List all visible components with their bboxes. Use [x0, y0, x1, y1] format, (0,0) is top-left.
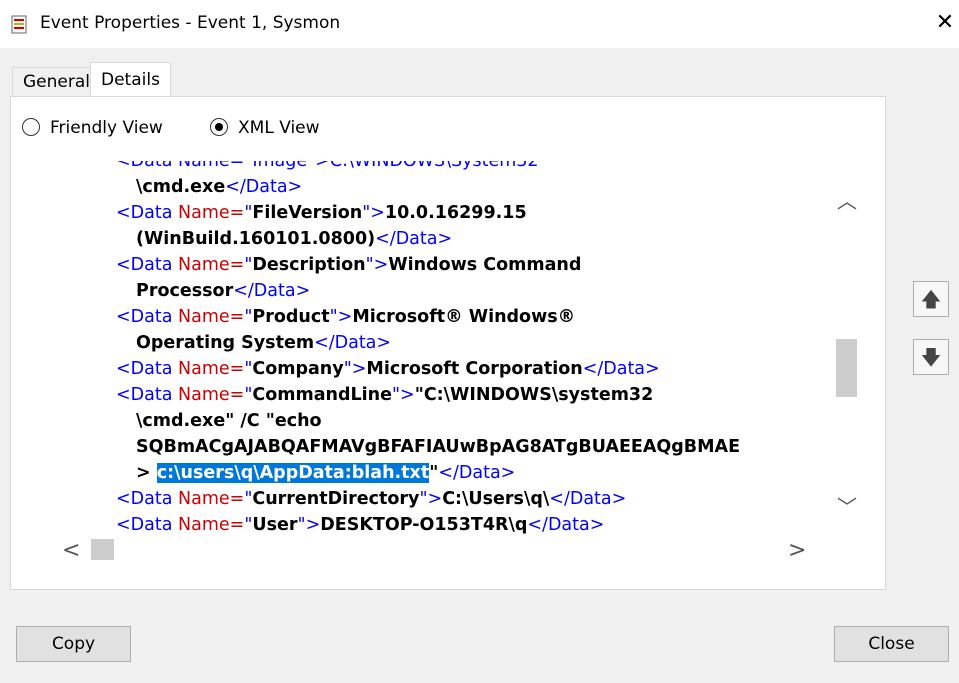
- xml-attr-value: Description: [252, 255, 366, 275]
- xml-tag-open: <Data: [116, 255, 179, 275]
- xml-tag-end: </Data>: [438, 463, 516, 483]
- xml-partial-text: <Data Name="Image">C:\WINDOWS\System32: [116, 161, 539, 171]
- xml-line: > c:\users\q\AppData:blah.txt"</Data>: [38, 460, 831, 486]
- xml-text: DESKTOP-O153T4R\q: [320, 515, 528, 535]
- xml-tag-open: <Data: [116, 307, 179, 327]
- xml-viewer[interactable]: <Data Name="Image">C:\WINDOWS\System32 \c…: [38, 161, 831, 536]
- xml-attr-value: User: [252, 515, 298, 535]
- tab-general[interactable]: General: [12, 67, 101, 96]
- tab-details[interactable]: Details: [90, 62, 171, 98]
- xml-line: (WinBuild.160101.0800)</Data>: [38, 226, 831, 252]
- xml-line: Operating System</Data>: [38, 330, 831, 356]
- scroll-down-icon[interactable]: ﹀: [837, 491, 857, 520]
- scroll-up-icon[interactable]: ︿: [837, 185, 857, 214]
- xml-line: \cmd.exe</Data>: [38, 174, 831, 200]
- xml-line: <Data Name="Company">Microsoft Corporati…: [38, 356, 831, 382]
- xml-attr-value: Company: [252, 359, 344, 379]
- xml-attr-name: Name=: [178, 203, 245, 223]
- horizontal-scroll-thumb[interactable]: [91, 539, 114, 560]
- xml-attr-value: Product: [252, 307, 330, 327]
- xml-view-radio[interactable]: XML View: [210, 117, 320, 139]
- xml-line: <Data Name="CurrentDirectory">C:\Users\q…: [38, 486, 831, 512]
- xml-text: \cmd.exe: [136, 177, 226, 197]
- xml-attr-name: Name=: [178, 489, 245, 509]
- xml-tag-end: </Data>: [582, 359, 660, 379]
- xml-attr-value: CommandLine: [252, 385, 392, 405]
- xml-line: <Data Name="User">DESKTOP-O153T4R\q</Dat…: [38, 512, 831, 536]
- xml-attr-name: Name=: [178, 255, 245, 275]
- xml-line: \cmd.exe" /C "echo: [38, 408, 831, 434]
- close-button[interactable]: Close: [834, 626, 949, 662]
- xml-text: "C:\WINDOWS\system32: [414, 385, 654, 405]
- friendly-view-radio[interactable]: Friendly View: [22, 117, 163, 139]
- arrow-down-icon: 🡇: [920, 345, 942, 369]
- xml-attr-name: Name=: [178, 515, 245, 535]
- xml-text: 10.0.16299.15: [384, 203, 527, 223]
- xml-tag-close-bracket: ">: [329, 307, 353, 327]
- xml-line-partial-top: <Data Name="Image">C:\WINDOWS\System32: [38, 161, 831, 174]
- xml-tag-end: </Data>: [375, 229, 453, 249]
- xml-content: <Data Name="Image">C:\WINDOWS\System32 \c…: [38, 161, 831, 536]
- xml-tag-open: <Data: [116, 515, 179, 535]
- xml-tag-close-bracket: ">: [391, 385, 415, 405]
- horizontal-scrollbar[interactable]: < >: [38, 536, 860, 564]
- xml-line: Processor</Data>: [38, 278, 831, 304]
- xml-line: <Data Name="CommandLine">"C:\WINDOWS\sys…: [38, 382, 831, 408]
- next-event-button[interactable]: 🡇: [913, 339, 949, 375]
- window-title: Event Properties - Event 1, Sysmon: [40, 13, 341, 33]
- xml-tag-end: </Data>: [549, 489, 627, 509]
- xml-text: C:\Users\q\: [442, 489, 550, 509]
- xml-attr-value: FileVersion: [252, 203, 363, 223]
- xml-attr-value: CurrentDirectory: [252, 489, 420, 509]
- xml-tag-close-bracket: ">: [365, 255, 389, 275]
- xml-tag-close-bracket: ">: [362, 203, 385, 223]
- title-bar: Event Properties - Event 1, Sysmon ✕: [0, 0, 959, 48]
- xml-text: Processor: [136, 281, 234, 301]
- xml-text: Windows Command: [388, 255, 582, 275]
- xml-text: \cmd.exe" /C "echo: [136, 411, 322, 431]
- xml-tag-end: </Data>: [233, 281, 311, 301]
- xml-view-label: XML View: [238, 118, 320, 138]
- friendly-view-label: Friendly View: [50, 118, 163, 138]
- radio-unchecked-icon: [22, 118, 40, 136]
- scroll-right-icon[interactable]: >: [788, 538, 806, 563]
- xml-tag-end: </Data>: [314, 333, 392, 353]
- xml-text: ": [429, 463, 439, 483]
- vertical-scrollbar[interactable]: ︿ ﹀: [833, 161, 860, 536]
- xml-tag-close-bracket: ">: [419, 489, 443, 509]
- xml-text: >: [136, 463, 157, 483]
- xml-tag-open: <Data: [116, 359, 179, 379]
- xml-tag-open: <Data: [116, 203, 179, 223]
- xml-tag-close-bracket: ">: [297, 515, 321, 535]
- xml-attr-name: Name=: [178, 307, 245, 327]
- xml-text: Operating System: [136, 333, 315, 353]
- scroll-left-icon[interactable]: <: [62, 538, 80, 563]
- arrow-up-icon: 🡅: [920, 287, 942, 311]
- xml-selected-text: c:\users\q\AppData:blah.txt: [156, 463, 430, 483]
- xml-tag-end: </Data>: [527, 515, 605, 535]
- copy-button[interactable]: Copy: [16, 626, 131, 662]
- xml-text: Microsoft Corporation: [366, 359, 583, 379]
- vertical-scroll-thumb[interactable]: [836, 339, 857, 397]
- xml-attr-name: Name=: [178, 385, 245, 405]
- xml-tag-close-bracket: ">: [343, 359, 367, 379]
- previous-event-button[interactable]: 🡅: [913, 281, 949, 317]
- event-viewer-icon: [11, 15, 27, 34]
- xml-text: SQBmACgAJABQAFMAVgBFAFIAUwBpAG8ATgBUAEEA…: [136, 437, 741, 457]
- xml-line: <Data Name="Description">Windows Command: [38, 252, 831, 278]
- close-icon[interactable]: ✕: [932, 10, 958, 36]
- xml-text: (WinBuild.160101.0800): [136, 229, 376, 249]
- xml-text: Microsoft® Windows®: [352, 307, 576, 327]
- xml-tag-open: <Data: [116, 385, 179, 405]
- xml-tag-open: <Data: [116, 489, 179, 509]
- xml-tag-end: </Data>: [225, 177, 303, 197]
- xml-attr-name: Name=: [178, 359, 245, 379]
- xml-line: <Data Name="FileVersion">10.0.16299.15: [38, 200, 831, 226]
- xml-line: SQBmACgAJABQAFMAVgBFAFIAUwBpAG8ATgBUAEEA…: [38, 434, 831, 460]
- radio-checked-icon: [210, 118, 228, 136]
- xml-line: <Data Name="Product">Microsoft® Windows®: [38, 304, 831, 330]
